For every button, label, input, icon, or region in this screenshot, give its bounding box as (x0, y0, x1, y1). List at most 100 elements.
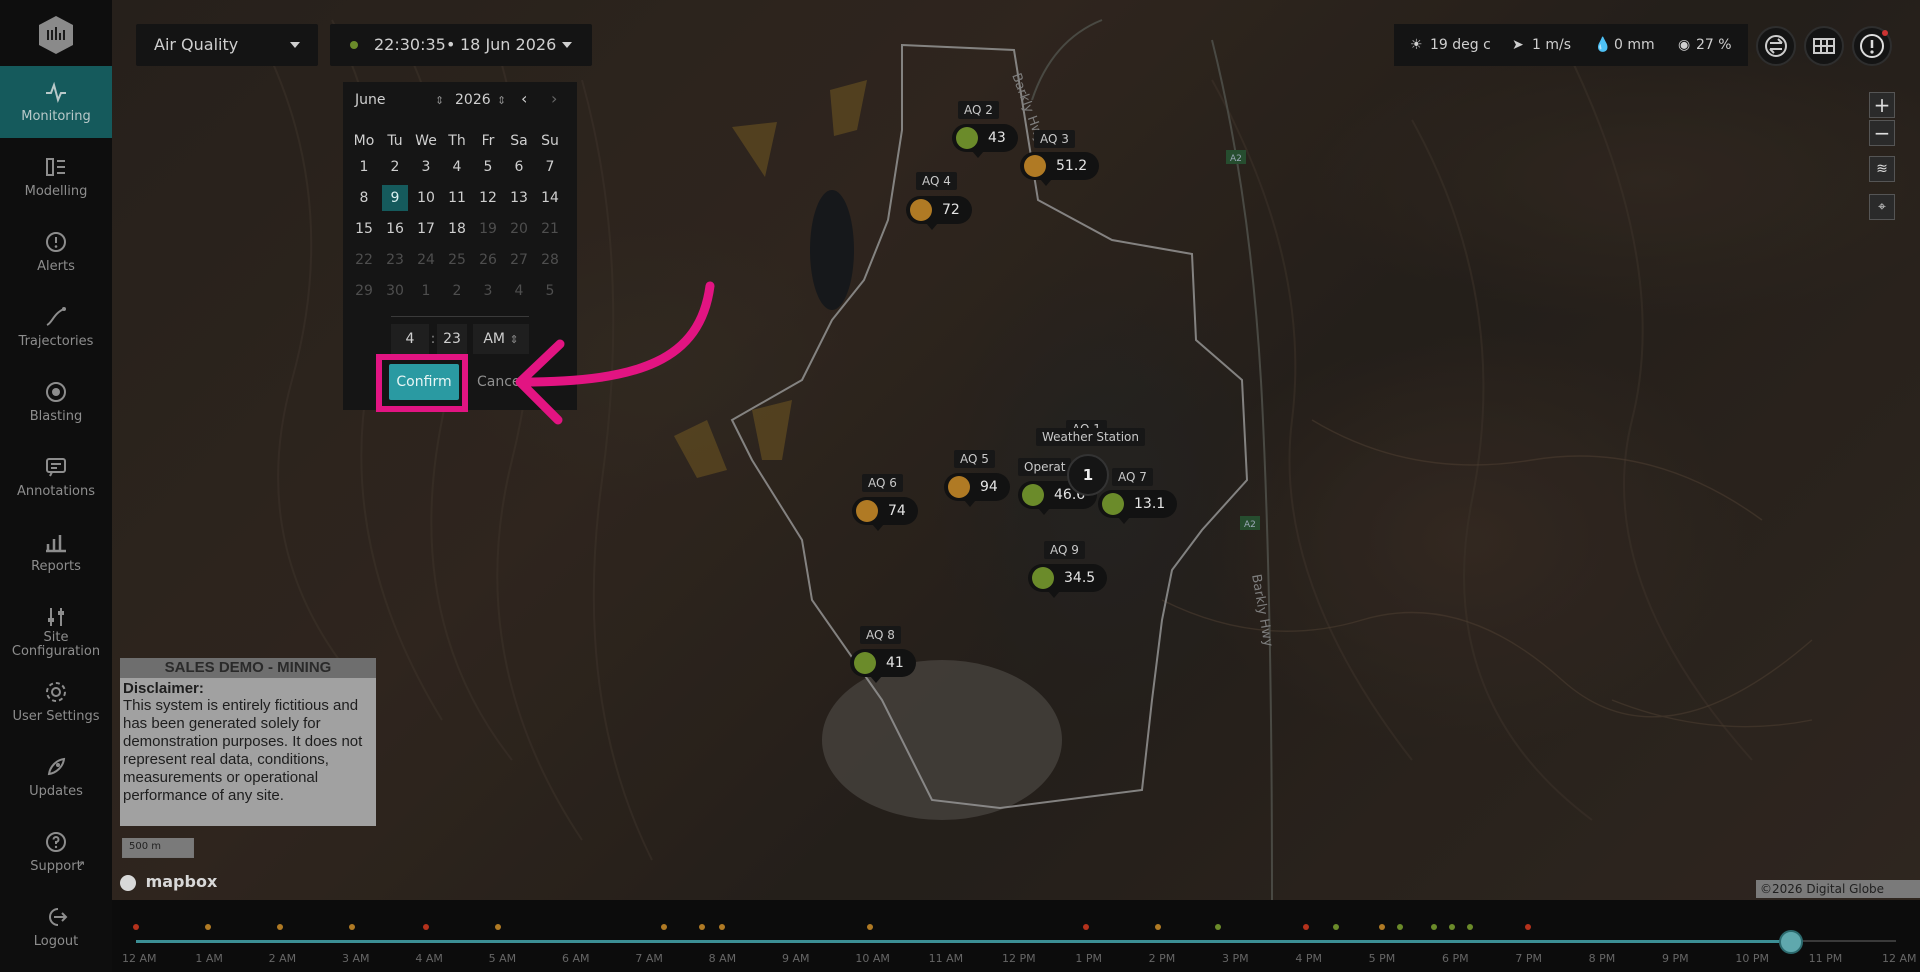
timeline-event-marker[interactable] (1155, 924, 1161, 930)
calendar-day[interactable]: 15 (351, 216, 377, 242)
calendar-day[interactable]: 17 (413, 216, 439, 242)
sidebar-item-annotations[interactable]: Annotations (0, 441, 112, 513)
zoom-out-button[interactable]: − (1869, 120, 1895, 146)
sidebar-item-trajectories[interactable]: Trajectories (0, 291, 112, 363)
timeline[interactable]: 12 AM 1 AM 2 AM 3 AM 4 AM 5 AM 6 AM 7 AM 8 AM 9 A… (112, 900, 1920, 972)
calendar-day[interactable]: 8 (351, 185, 377, 211)
calendar-day[interactable]: 6 (506, 154, 532, 180)
timeline-event-marker[interactable] (495, 924, 501, 930)
station-marker-aq4[interactable]: 72 (906, 196, 972, 230)
calendar-day: 21 (541, 221, 559, 237)
mapbox-icon (120, 874, 136, 891)
timeline-event-marker[interactable] (1431, 924, 1437, 930)
timeline-hour-label: 11 AM (928, 952, 964, 965)
timeline-event-marker[interactable] (699, 924, 705, 930)
timeline-event-marker[interactable] (277, 924, 283, 930)
sidebar-item-support[interactable]: Support ↗ (0, 816, 112, 888)
calendar-day[interactable]: 7 (537, 154, 563, 180)
sidebar-item-reports[interactable]: Reports (0, 516, 112, 588)
layer-select[interactable]: Air Quality (136, 24, 318, 66)
next-month-button[interactable]: › (551, 89, 557, 108)
swap-layers-button[interactable] (1756, 26, 1796, 66)
calendar-day[interactable]: 14 (537, 185, 563, 211)
sidebar-item-site-configuration[interactable]: Site Configuration (0, 591, 112, 663)
calendar-day[interactable]: 1 (351, 154, 377, 180)
map-attribution[interactable]: ©2026 Digital Globe (Maxar) (1756, 880, 1920, 914)
station-marker-aq6[interactable]: 74 (852, 497, 918, 531)
timeline-event-marker[interactable] (1083, 924, 1089, 930)
calendar-day[interactable]: 9 (382, 185, 408, 211)
timeline-hour-label: 7 AM (635, 952, 663, 965)
sidebar-item-alerts[interactable]: Alerts (0, 216, 112, 288)
timeline-event-marker[interactable] (1215, 924, 1221, 930)
disclaimer-panel: SALES DEMO - MINING Disclaimer: This sys… (120, 658, 376, 826)
station-marker-aq5[interactable]: 94 (944, 473, 1010, 507)
sidebar-item-blasting[interactable]: Blasting (0, 366, 112, 438)
datetime-select[interactable]: 22:30:35 • 18 Jun 2026 (330, 24, 592, 66)
calendar-day[interactable]: 11 (444, 185, 470, 211)
locate-button[interactable]: ⌖ (1869, 194, 1895, 220)
time-separator: : (430, 331, 436, 347)
year-spinner-icon[interactable]: ⇕ (497, 94, 506, 107)
minute-input[interactable]: 23 (437, 324, 467, 354)
zoom-in-button[interactable]: + (1869, 92, 1895, 118)
timeline-handle[interactable] (1779, 930, 1803, 954)
sidebar-item-monitoring[interactable]: Monitoring (0, 66, 112, 138)
timeline-event-marker[interactable] (423, 924, 429, 930)
hour-input[interactable]: 4 (391, 324, 429, 354)
timeline-event-marker[interactable] (719, 924, 725, 930)
timeline-event-marker[interactable] (1449, 924, 1455, 930)
timeline-event-marker[interactable] (867, 924, 873, 930)
station-marker-aq7[interactable]: 13.1 (1098, 490, 1178, 524)
marker-tail (1118, 517, 1130, 524)
timeline-event-marker[interactable] (1303, 924, 1309, 930)
timeline-event-marker[interactable] (1467, 924, 1473, 930)
calendar-day[interactable]: 4 (444, 154, 470, 180)
station-marker-aq3[interactable]: 51.2 (1020, 152, 1100, 186)
timeline-event-marker[interactable] (661, 924, 667, 930)
calendar-day[interactable]: 12 (475, 185, 501, 211)
station-marker-aq2[interactable]: 43 (952, 124, 1018, 158)
station-label: AQ 5 (954, 450, 995, 468)
calendar-day[interactable]: 3 (413, 154, 439, 180)
month-select[interactable]: June (355, 92, 386, 108)
calendar-day[interactable]: 5 (475, 154, 501, 180)
calendar-day: 23 (386, 252, 404, 268)
timeline-event-marker[interactable] (205, 924, 211, 930)
sidebar-item-updates[interactable]: Updates (0, 741, 112, 813)
timeline-hour-label: 10 PM (1735, 952, 1769, 965)
timeline-event-marker[interactable] (349, 924, 355, 930)
grid-view-button[interactable] (1804, 26, 1844, 66)
station-marker-aq8[interactable]: 41 (850, 649, 916, 683)
sidebar-item-modelling[interactable]: Modelling (0, 141, 112, 213)
calendar-day[interactable]: 10 (413, 185, 439, 211)
station-cluster[interactable]: 1 (1067, 454, 1109, 496)
app-root: Barkly Hwy Barkly Hwy A2 A2 Air Quality … (0, 0, 1920, 972)
calendar-day[interactable]: 13 (506, 185, 532, 211)
timeline-event-marker[interactable] (1379, 924, 1385, 930)
timeline-progress (136, 940, 1790, 943)
notifications-button[interactable] (1852, 26, 1892, 66)
prev-month-button[interactable]: ‹ (521, 89, 527, 108)
calendar-day[interactable]: 2 (382, 154, 408, 180)
year-select[interactable]: 2026 (455, 92, 491, 108)
sidebar-item-logout[interactable]: Logout (0, 891, 112, 963)
sidebar-item-user-settings[interactable]: User Settings (0, 666, 112, 738)
calendar-day: 20 (510, 221, 528, 237)
layers-button[interactable]: ≋ (1869, 156, 1895, 182)
sidebar-item-label: Support (30, 859, 82, 874)
timeline-hour-label: 5 PM (1368, 952, 1396, 965)
bar-chart-icon (44, 530, 68, 554)
calendar-day[interactable]: 16 (382, 216, 408, 242)
timeline-event-marker[interactable] (1333, 924, 1339, 930)
calendar-day[interactable]: 18 (444, 216, 470, 242)
calendar-day: 19 (479, 221, 497, 237)
timeline-event-marker[interactable] (1525, 924, 1531, 930)
timeline-event-marker[interactable] (1397, 924, 1403, 930)
timeline-hour-label: 9 AM (782, 952, 810, 965)
location-pin-icon: ⌖ (1878, 199, 1886, 215)
station-marker-aq9[interactable]: 34.5 (1028, 564, 1108, 598)
timeline-event-marker[interactable] (133, 924, 139, 930)
sidebar-item-label: Logout (33, 934, 79, 949)
month-spinner-icon[interactable]: ⇕ (435, 94, 444, 107)
